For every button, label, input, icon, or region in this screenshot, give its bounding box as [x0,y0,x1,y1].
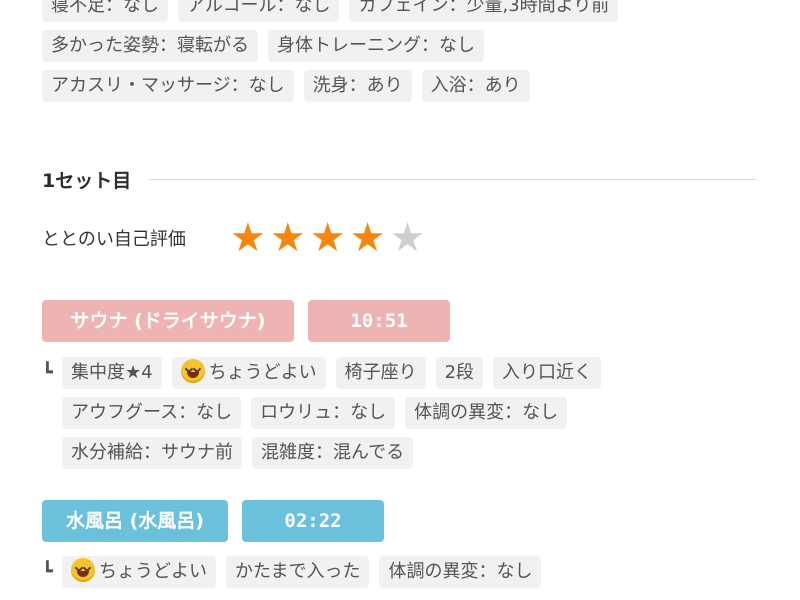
tag-position: 入り口近く [493,357,602,389]
sauna-header: サウナ (ドライサウナ) 10:51 [42,300,450,342]
sauna-time-badge: 10:51 [308,300,450,342]
detail-row: アウフグース：なし ロウリュ：なし 体調の異変：なし [42,397,782,429]
star-icon: ★ [389,215,426,261]
tag-massage: アカスリ・マッサージ：なし [42,70,294,102]
grinning-squinting-face-icon [71,558,95,582]
grinning-squinting-face-icon [180,359,205,383]
condition-tags: 寝不足：なし アルコール：なし カフェイン：少量,3時間より前 多かった姿勢：寝… [42,0,772,110]
tag-hydration: 水分補給：サウナ前 [62,437,242,469]
water-bath-type-badge: 水風呂 (水風呂) [42,500,228,542]
tag-condition: 体調の異変：なし [379,556,542,588]
tag-crowd: 混雑度：混んでる [252,437,414,469]
tag-mood-label: ちょうどよい [208,362,317,383]
tag-seating: 椅子座り [335,357,426,389]
tag-bath: 入浴：あり [421,70,530,102]
detail-row: ┗ 集中度★4 ちょうどよい 椅子座り 2段 入り口近く [42,357,782,389]
tag-caffeine: カフェイン：少量,3時間より前 [349,0,619,22]
water-bath-details: ┗ ちょうどよい かたまで入った 体調の異変：なし [42,556,782,596]
star-icon: ★ [309,215,346,261]
tag-mood-label: ちょうどよい [99,561,207,582]
star-rating: ★ ★ ★ ★ ★ [230,218,425,258]
detail-row: ┗ ちょうどよい かたまで入った 体調の異変：なし [42,556,782,588]
set-heading: 1セット目 [42,166,756,193]
tag-alcohol: アルコール：なし [178,0,340,22]
set-title: 1セット目 [42,170,132,192]
star-icon: ★ [269,215,306,261]
condition-row: アカスリ・マッサージ：なし 洗身：あり 入浴：あり [42,70,772,102]
rating-label: ととのい自己評価 [42,229,186,250]
tag-condition: 体調の異変：なし [405,397,568,429]
tag-aufguss: アウフグース：なし [62,397,242,429]
condition-row: 多かった姿勢：寝転がる 身体トレーニング：なし [42,30,772,62]
tag-training: 身体トレーニング：なし [268,30,484,62]
tag-focus: 集中度★4 [62,357,162,389]
condition-row: 寝不足：なし アルコール：なし カフェイン：少量,3時間より前 [42,0,772,22]
detail-row: 水分補給：サウナ前 混雑度：混んでる [42,437,782,469]
divider [149,179,756,180]
sauna-details: ┗ 集中度★4 ちょうどよい 椅子座り 2段 入り口近く アウフグース：なし ロ… [42,357,782,477]
water-bath-header: 水風呂 (水風呂) 02:22 [42,500,384,542]
branch-icon: ┗ [42,362,53,383]
star-icon: ★ [349,215,386,261]
totonoi-rating: ととのい自己評価 ★ ★ ★ ★ ★ [42,218,425,258]
tag-tier: 2段 [435,357,484,389]
star-icon: ★ [230,215,266,261]
tag-posture: 多かった姿勢：寝転がる [42,30,258,62]
tag-loyly: ロウリュ：なし [251,397,396,429]
water-bath-time-badge: 02:22 [242,500,384,542]
tag-sleep: 寝不足：なし [42,0,168,22]
tag-mood: ちょうどよい [62,556,216,588]
branch-icon: ┗ [42,561,53,582]
tag-wash: 洗身：あり [303,70,412,102]
sauna-type-badge: サウナ (ドライサウナ) [42,300,294,342]
tag-mood: ちょうどよい [171,357,326,389]
tag-depth: かたまで入った [226,556,370,588]
